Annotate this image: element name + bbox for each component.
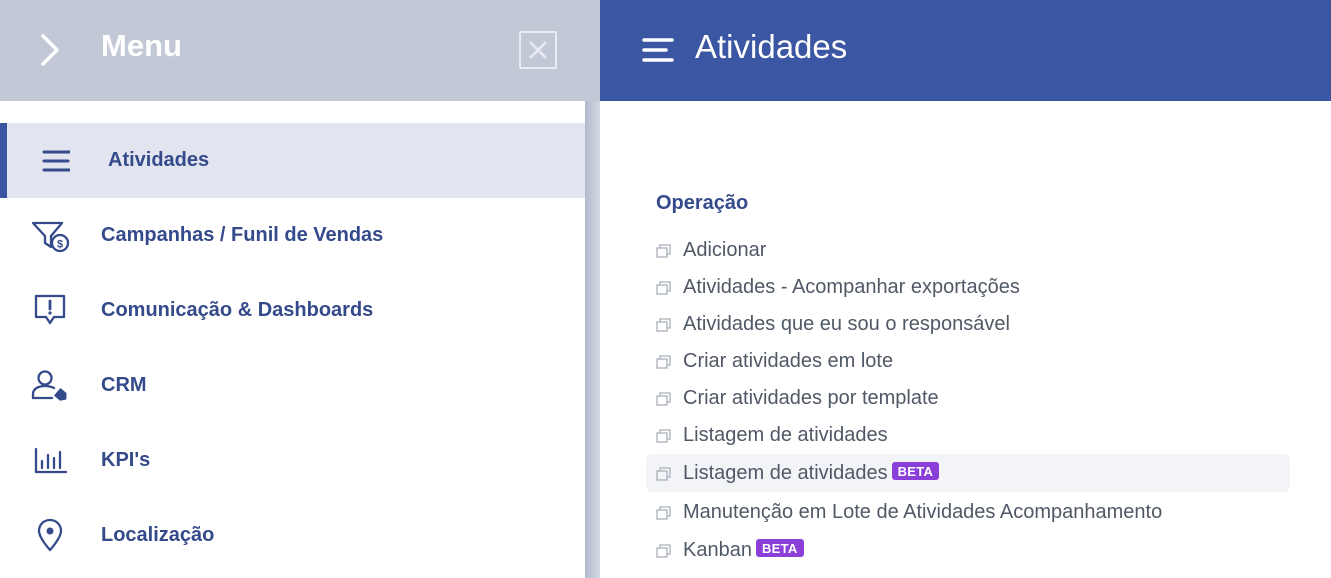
window-icon <box>656 467 671 481</box>
window-icon <box>656 281 671 295</box>
menu-item-comunicacao[interactable]: Comunicação & Dashboards <box>0 273 585 348</box>
side-menu: Menu Atividades $ Campanhas / Funil de V… <box>0 0 600 578</box>
menu-item-localizacao[interactable]: Localização <box>0 498 585 573</box>
menu-scrollbar[interactable] <box>585 101 600 578</box>
window-icon <box>656 318 671 332</box>
section-title: Operação <box>656 192 749 214</box>
link-acompanhar-exportacoes[interactable]: Atividades - Acompanhar exportações <box>646 268 1290 306</box>
chevron-right-icon[interactable] <box>36 32 64 68</box>
menu-item-label: Atividades <box>108 149 210 171</box>
link-listagem-beta[interactable]: Listagem de atividades BETA <box>646 454 1290 492</box>
link-criar-em-lote[interactable]: Criar atividades em lote <box>646 342 1290 380</box>
bar-chart-icon <box>34 447 68 474</box>
link-criar-por-template[interactable]: Criar atividades por template <box>646 379 1290 417</box>
menu-item-kpis[interactable]: KPI's <box>0 423 585 498</box>
close-icon <box>529 41 547 59</box>
menu-item-atividades[interactable]: Atividades <box>0 123 585 198</box>
window-icon <box>656 544 671 558</box>
menu-list: Atividades $ Campanhas / Funil de Vendas… <box>0 101 585 578</box>
link-label: Listagem de atividades <box>683 461 888 484</box>
menu-item-label: CRM <box>101 374 147 396</box>
link-listagem[interactable]: Listagem de atividades <box>646 416 1290 454</box>
link-adicionar[interactable]: Adicionar <box>646 231 1290 269</box>
link-label: Listagem de atividades <box>683 423 888 446</box>
funnel-dollar-icon: $ <box>31 221 70 253</box>
beta-badge: BETA <box>755 538 804 557</box>
close-menu-button[interactable] <box>519 31 557 69</box>
menu-item-label: Campanhas / Funil de Vendas <box>101 224 384 246</box>
window-icon <box>656 506 671 520</box>
message-alert-icon <box>34 294 66 325</box>
link-label-wrap: Kanban BETA <box>683 538 804 562</box>
map-pin-icon <box>37 518 63 552</box>
menu-header: Menu <box>0 0 600 101</box>
link-label: Adicionar <box>683 238 767 261</box>
user-tag-icon <box>31 370 67 401</box>
svg-text:$: $ <box>57 239 63 251</box>
menu-item-label: Localização <box>101 524 215 546</box>
link-kanban[interactable]: Kanban BETA <box>646 531 1290 569</box>
menu-item-campanhas[interactable]: $ Campanhas / Funil de Vendas <box>0 198 585 273</box>
content-header: Atividades <box>600 0 1331 101</box>
window-icon <box>656 392 671 406</box>
page-title: Atividades <box>695 28 848 65</box>
menu-item-label: Comunicação & Dashboards <box>101 299 374 321</box>
window-icon <box>656 429 671 443</box>
link-label: Atividades - Acompanhar exportações <box>683 275 1020 298</box>
link-manutencao-em-lote[interactable]: Manutenção em Lote de Atividades Acompan… <box>646 493 1290 531</box>
beta-badge: BETA <box>891 461 940 480</box>
menu-item-crm[interactable]: CRM <box>0 348 585 423</box>
menu-item-label: KPI's <box>101 449 151 471</box>
link-label: Manutenção em Lote de Atividades Acompan… <box>683 500 1163 523</box>
hamburger-icon[interactable] <box>642 36 674 64</box>
link-label: Criar atividades por template <box>683 386 939 409</box>
link-label: Atividades que eu sou o responsável <box>683 312 1010 335</box>
link-label: Criar atividades em lote <box>683 349 894 372</box>
window-icon <box>656 355 671 369</box>
menu-title: Menu <box>101 28 182 63</box>
window-icon <box>656 244 671 258</box>
list-lines-icon <box>42 150 70 172</box>
link-sou-responsavel[interactable]: Atividades que eu sou o responsável <box>646 305 1290 343</box>
link-label-wrap: Listagem de atividades BETA <box>683 461 940 485</box>
link-label: Kanban <box>683 538 752 561</box>
